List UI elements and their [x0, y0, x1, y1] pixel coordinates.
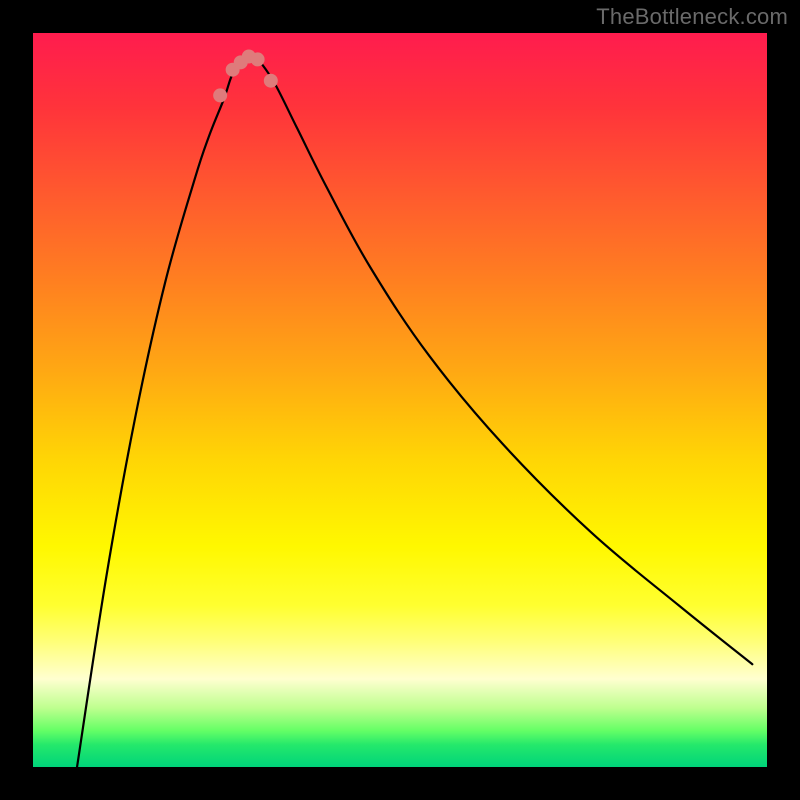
marker-group: [213, 49, 278, 102]
chart-container: TheBottleneck.com: [0, 0, 800, 800]
watermark-text: TheBottleneck.com: [596, 4, 788, 30]
marker-dot: [213, 88, 227, 102]
chart-plot-area: [33, 33, 767, 767]
marker-dot: [264, 74, 278, 88]
bottleneck-curve: [77, 54, 752, 767]
marker-dot: [251, 52, 265, 66]
curve-svg: [33, 33, 767, 767]
